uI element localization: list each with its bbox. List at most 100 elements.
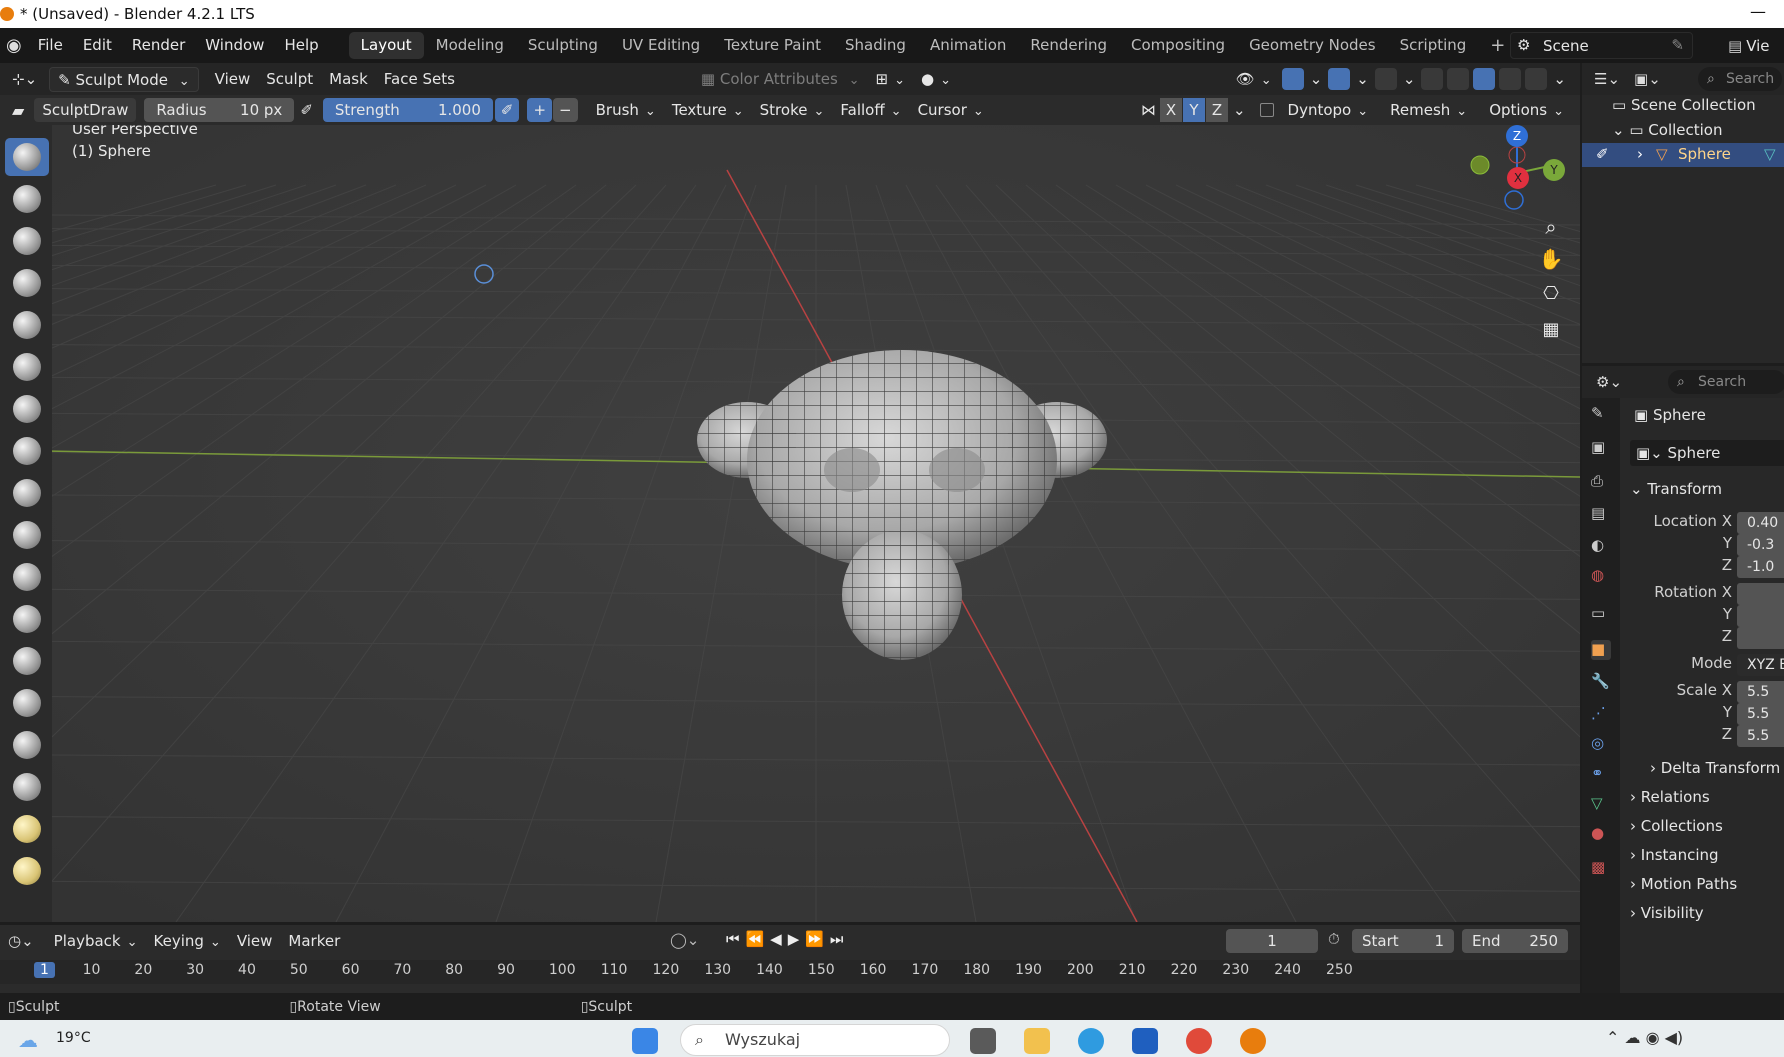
tool-draw[interactable] xyxy=(5,138,49,176)
gizmo-dropdown-icon[interactable]: ⌄ xyxy=(1306,67,1327,92)
strength-field[interactable]: Strength 1.000 xyxy=(322,98,493,122)
options-menu[interactable]: Options xyxy=(1481,98,1572,122)
rotation-mode-dropdown[interactable]: XYZ E xyxy=(1737,654,1784,676)
snap-dropdown[interactable]: ● xyxy=(913,67,959,92)
outliner-object-row[interactable]: ✐ › ▽ Sphere ▽ xyxy=(1582,143,1784,167)
tab-uv-editing[interactable]: UV Editing xyxy=(610,32,712,59)
tab-scripting[interactable]: Scripting xyxy=(1388,32,1479,59)
taskbar-search-input[interactable]: ⌕ Wyszukaj xyxy=(680,1024,950,1056)
menu-file[interactable]: File xyxy=(28,28,73,63)
pin-icon[interactable]: ✎ xyxy=(1671,36,1684,54)
menu-render[interactable]: Render xyxy=(122,28,195,63)
pan-hand-icon[interactable]: ✋ xyxy=(1537,247,1565,275)
editor-type-icon[interactable]: ⊹⌄ xyxy=(4,67,45,92)
tool-layer[interactable] xyxy=(5,348,49,386)
view-layer-selector[interactable]: ▤ Vie xyxy=(1728,32,1784,59)
constraints-tab-icon[interactable]: ⚭ xyxy=(1591,764,1611,784)
object-tab-icon[interactable]: ■ xyxy=(1591,640,1611,660)
physics-tab-icon[interactable]: ◎ xyxy=(1591,734,1611,754)
task-view-icon[interactable] xyxy=(970,1028,996,1054)
tab-geometry-nodes[interactable]: Geometry Nodes xyxy=(1237,32,1388,59)
outliner-search-input[interactable]: ⌕ Search xyxy=(1698,67,1782,91)
tool-fill[interactable] xyxy=(5,600,49,638)
scale-z-field[interactable]: 5.5 xyxy=(1737,725,1784,747)
rotation-y-field[interactable]: 0 xyxy=(1737,605,1784,627)
frame-ruler[interactable]: 1 10 20 30 40 50 60 70 80 90 100 110 120 130 140 150 160… xyxy=(0,960,1580,984)
display-mode-icon[interactable]: ▣⌄ xyxy=(1634,70,1661,88)
shading-rendered-icon[interactable] xyxy=(1525,68,1548,90)
tool-grab[interactable] xyxy=(5,768,49,806)
location-y-field[interactable]: -0.3 xyxy=(1737,534,1784,556)
timeline-view-menu[interactable]: View xyxy=(229,929,281,954)
direction-subtract-button[interactable]: − xyxy=(553,98,578,122)
start-frame-field[interactable]: Start 1 xyxy=(1352,929,1454,953)
tab-texture-paint[interactable]: Texture Paint xyxy=(712,32,833,59)
output-tab-icon[interactable]: ⎙ xyxy=(1591,472,1611,492)
overlay-toggle-icon[interactable] xyxy=(1328,68,1351,90)
playback-controls[interactable]: ⏮⏪◀▶⏩⏭ xyxy=(726,930,849,948)
auto-keying-icon[interactable]: ◯⌄ xyxy=(670,931,699,949)
modifier-tab-icon[interactable]: 🔧 xyxy=(1591,672,1611,692)
falloff-menu[interactable]: Falloff xyxy=(832,98,909,122)
tab-rendering[interactable]: Rendering xyxy=(1018,32,1119,59)
playback-menu[interactable]: Playback xyxy=(46,929,146,954)
texture-tab-icon[interactable]: ▩ xyxy=(1591,858,1611,878)
current-frame-marker[interactable]: 1 xyxy=(34,962,55,978)
tool-draw-sharp[interactable] xyxy=(5,180,49,218)
properties-editor-icon[interactable]: ⚙⌄ xyxy=(1596,373,1622,391)
stopwatch-icon[interactable]: ⏱ xyxy=(1328,930,1340,948)
gizmo-toggle-icon[interactable] xyxy=(1281,68,1304,90)
zoom-icon[interactable]: ⌕ xyxy=(1537,215,1565,243)
view-layer-tab-icon[interactable]: ▤ xyxy=(1591,504,1611,524)
color-attributes-dropdown[interactable]: ▦ Color Attributes xyxy=(693,67,868,92)
tool-pinch[interactable] xyxy=(5,726,49,764)
radius-field[interactable]: Radius 10 px xyxy=(144,98,295,122)
tool-snake-hook[interactable] xyxy=(5,852,49,890)
gizmo-x-axis[interactable]: X xyxy=(1507,167,1529,189)
texture-menu[interactable]: Texture xyxy=(664,98,752,122)
menu-face-sets[interactable]: Face Sets xyxy=(376,67,463,92)
stroke-menu[interactable]: Stroke xyxy=(752,98,833,122)
tool-clay[interactable] xyxy=(5,222,49,260)
tool-scrape[interactable] xyxy=(5,642,49,680)
shading-dropdown-icon[interactable]: ⌄ xyxy=(1549,67,1570,92)
shading-material-icon[interactable] xyxy=(1499,68,1522,90)
rotation-x-field[interactable]: 0 xyxy=(1737,583,1784,605)
scene-tab-icon[interactable]: ◐ xyxy=(1591,536,1611,556)
symmetry-x-button[interactable]: X xyxy=(1159,98,1182,122)
dyntopo-menu[interactable]: Dyntopo xyxy=(1280,98,1377,122)
minimize-button[interactable]: — xyxy=(1750,2,1766,21)
mode-selector[interactable]: ✎ Sculpt Mode xyxy=(49,66,199,92)
relations-header[interactable]: › Relations xyxy=(1630,788,1710,806)
menu-edit[interactable]: Edit xyxy=(73,28,122,63)
blender-taskbar-icon[interactable] xyxy=(1240,1028,1266,1054)
strength-pressure-icon[interactable]: ✐ xyxy=(494,98,520,122)
marker-menu[interactable]: Marker xyxy=(280,929,348,954)
weather-temp[interactable]: 19°C xyxy=(56,1030,91,1046)
timeline-editor-icon[interactable]: ◷⌄ xyxy=(8,932,34,950)
toggle-xray-icon[interactable] xyxy=(1421,68,1444,90)
store-icon[interactable] xyxy=(1132,1028,1158,1054)
end-frame-field[interactable]: End 250 xyxy=(1462,929,1568,953)
tool-inflate[interactable] xyxy=(5,390,49,428)
menu-view[interactable]: View xyxy=(207,67,259,92)
scale-x-field[interactable]: 5.5 xyxy=(1737,681,1784,703)
gizmo-z-axis[interactable]: Z xyxy=(1506,125,1528,147)
tool-clay-thumb[interactable] xyxy=(5,306,49,344)
edge-browser-icon[interactable] xyxy=(1078,1028,1104,1054)
visibility-icon[interactable]: 👁 xyxy=(1228,67,1280,92)
material-tab-icon[interactable]: ● xyxy=(1591,824,1611,844)
cursor-menu[interactable]: Cursor xyxy=(910,98,992,122)
gizmo-y-axis[interactable]: Y xyxy=(1543,159,1565,181)
collections-header[interactable]: › Collections xyxy=(1630,817,1723,835)
collection-tab-icon[interactable]: ▭ xyxy=(1591,604,1611,624)
menu-mask[interactable]: Mask xyxy=(321,67,376,92)
blender-menu-icon[interactable]: ◉ xyxy=(6,35,22,56)
tab-layout[interactable]: Layout xyxy=(348,32,424,59)
outliner-editor-icon[interactable]: ☰⌄ xyxy=(1594,70,1620,88)
chevron-right-icon[interactable]: › xyxy=(1637,145,1643,163)
transform-panel-header[interactable]: ⌄ Transform xyxy=(1630,480,1722,498)
direction-add-button[interactable]: + xyxy=(527,98,553,122)
particles-tab-icon[interactable]: ⋰ xyxy=(1591,704,1611,724)
brush-menu[interactable]: Brush xyxy=(588,98,664,122)
